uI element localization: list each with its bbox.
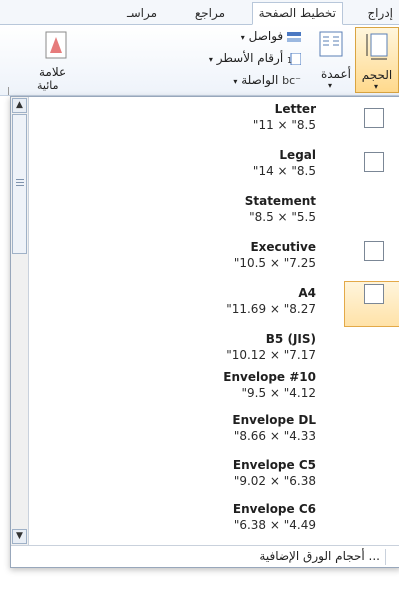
paper-size-item[interactable]: Envelope C6 "6.38 × "4.49 — [29, 497, 399, 543]
watermark-button[interactable]: علامة مائية — [31, 27, 83, 93]
paper-size-dims: "10.5 × "7.25 — [233, 256, 316, 270]
line-numbers-button[interactable]: ▾ أرقام الأسطر 1 — [209, 51, 301, 65]
watermark-icon — [45, 31, 67, 59]
chevron-down-icon: ▾ — [208, 55, 213, 64]
tab-page-layout[interactable]: تخطيط الصفحة — [251, 2, 343, 25]
paper-size-item[interactable]: Executive "10.5 × "7.25 — [29, 235, 399, 281]
page-icon — [364, 152, 384, 172]
breaks-label: فواصل — [248, 29, 284, 43]
paper-size-name: A4 — [298, 286, 316, 300]
paper-size-item[interactable]: Letter "11 × "8.5 — [29, 97, 399, 143]
scroll-down-button[interactable]: ▼ — [12, 529, 27, 544]
group-separator — [8, 87, 9, 95]
tab-mailings[interactable]: مراسـ — [121, 3, 163, 24]
size-label: الحجم — [361, 68, 393, 82]
tab-references[interactable]: مراجع — [189, 3, 231, 24]
paper-size-item-selected[interactable]: A4 "11.69 × "8.27 — [29, 281, 399, 327]
paper-size-dims: "11.69 × "8.27 — [226, 302, 316, 316]
paper-size-dims: "14 × "8.5 — [252, 164, 316, 178]
watermark-label: علامة — [39, 65, 67, 79]
scroll-up-button[interactable]: ▲ — [12, 98, 27, 113]
chevron-down-icon: ▾ — [328, 81, 333, 90]
paper-size-item[interactable]: Envelope DL "8.66 × "4.33 — [29, 408, 399, 454]
paper-size-dropdown: ▲ ▼ Letter "11 × "8.5 Legal "14 × "8.5 S… — [10, 96, 399, 568]
paper-size-item[interactable]: Envelope C5 "9.02 × "6.38 — [29, 453, 399, 499]
paper-size-name: Envelope #10 — [223, 370, 316, 384]
vertical-scrollbar[interactable]: ▲ ▼ — [11, 97, 29, 545]
paper-size-dims: "8.66 × "4.33 — [233, 429, 316, 443]
paper-size-item[interactable]: Legal "14 × "8.5 — [29, 143, 399, 189]
page-icon — [364, 284, 384, 304]
columns-icon — [319, 31, 343, 57]
paper-size-dims: "9.02 × "6.38 — [233, 474, 316, 488]
size-icon — [366, 33, 388, 60]
hyphenation-button[interactable]: ▾ الواصلة bc⁻ — [233, 73, 301, 87]
paper-size-dims: "11 × "8.5 — [252, 118, 316, 132]
chevron-down-icon: ▾ — [374, 82, 379, 91]
paper-size-name: Envelope C5 — [232, 458, 316, 472]
paper-size-item[interactable]: Statement "8.5 × "5.5 — [29, 189, 399, 235]
hyphenation-icon: bc⁻ — [282, 74, 301, 87]
line-numbers-label: أرقام الأسطر — [216, 51, 284, 65]
ribbon-tabs: إدراج تخطيط الصفحة مراجع مراسـ — [0, 0, 399, 25]
scroll-thumb[interactable] — [12, 114, 27, 254]
dropdown-footer: أحجام الورق الإضافية ... — [11, 545, 399, 567]
paper-size-dims: "9.5 × "4.12 — [241, 386, 316, 400]
chevron-down-icon: ▾ — [233, 77, 238, 86]
breaks-icon — [287, 31, 301, 42]
page-icon — [364, 241, 384, 261]
size-button[interactable]: الحجم ▾ — [355, 27, 399, 93]
tab-insert[interactable]: إدراج — [361, 3, 399, 24]
columns-button[interactable]: أعمدة ▾ — [311, 27, 351, 93]
chevron-down-icon: ▾ — [240, 33, 245, 42]
paper-size-name: Legal — [279, 148, 316, 162]
svg-text:1: 1 — [287, 56, 292, 65]
footer-separator — [385, 549, 386, 565]
paper-size-name: Letter — [274, 102, 316, 116]
ribbon: الحجم ▾ أعمدة ▾ ▾ فواصل ▾ أرقام الأسطر 1… — [0, 25, 399, 96]
paper-size-name: Executive — [250, 240, 316, 254]
paper-size-name: Statement — [244, 194, 316, 208]
hyphenation-label: الواصلة — [241, 73, 279, 87]
paper-size-dims: "10.12 × "7.17 — [226, 348, 316, 362]
more-paper-sizes-button[interactable]: أحجام الورق الإضافية ... — [259, 549, 380, 563]
line-numbers-icon: 1 — [287, 52, 301, 65]
paper-size-dims: "8.5 × "5.5 — [249, 210, 316, 224]
paper-size-name: Envelope C6 — [232, 502, 316, 516]
paper-size-name: Envelope DL — [232, 413, 316, 427]
paper-size-dims: "6.38 × "4.49 — [233, 518, 316, 532]
paper-size-item[interactable]: Envelope #10 "9.5 × "4.12 — [29, 365, 399, 411]
page-icon — [364, 108, 384, 128]
paper-size-name: B5 (JIS) — [265, 332, 316, 346]
watermark-label-2: مائية — [37, 79, 59, 92]
breaks-button[interactable]: ▾ فواصل — [241, 29, 301, 43]
columns-label: أعمدة — [320, 67, 351, 81]
